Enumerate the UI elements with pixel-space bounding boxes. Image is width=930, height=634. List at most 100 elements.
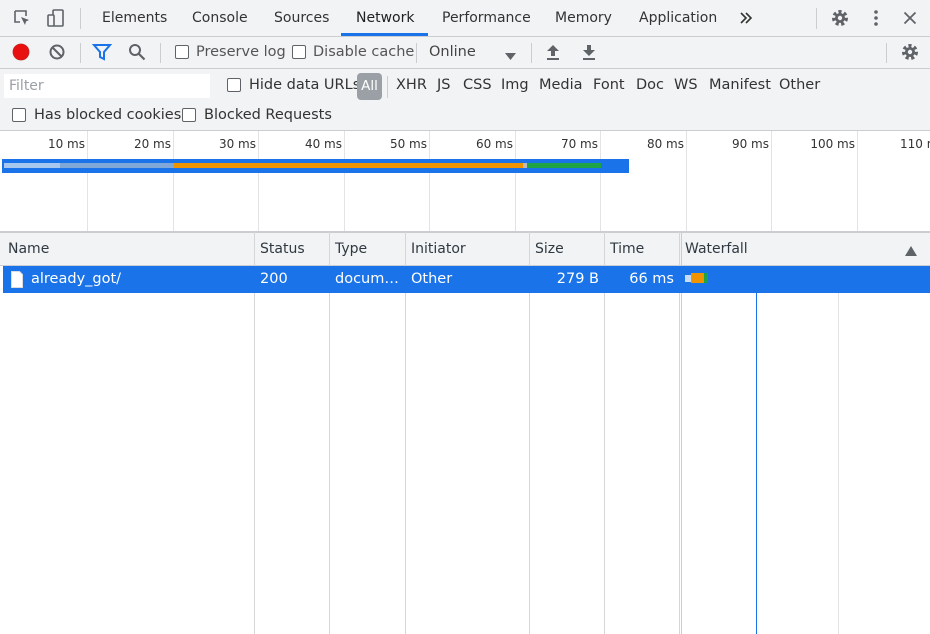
overview-gridline [857, 131, 858, 231]
blocked-requests-label[interactable]: Blocked Requests [204, 107, 332, 123]
overview-gridline [515, 131, 516, 231]
filter-type-all[interactable]: All [357, 73, 382, 100]
tab-application[interactable]: Application [639, 0, 717, 36]
divider [531, 43, 532, 63]
filter-type-other[interactable]: Other [779, 77, 820, 93]
tab-console[interactable]: Console [192, 0, 248, 36]
overview-bar-queued [4, 163, 60, 168]
disable-cache-label[interactable]: Disable cache [313, 44, 414, 60]
overview-tick-label: 90 ms [731, 137, 769, 151]
overview-gridline [344, 131, 345, 231]
blocked-requests-checkbox[interactable] [182, 108, 196, 122]
column-header-status[interactable]: Status [260, 233, 305, 266]
row-size: 279 B [556, 271, 599, 287]
row-name[interactable]: already_got/ [31, 266, 251, 293]
tab-network[interactable]: Network [356, 0, 414, 36]
filter-input[interactable] [4, 74, 210, 98]
network-settings-gear-icon[interactable] [898, 40, 922, 64]
overview-tick-label: 10 ms [47, 137, 85, 151]
filter-type-doc[interactable]: Doc [636, 77, 664, 93]
hide-data-urls-label[interactable]: Hide data URLs [249, 77, 360, 93]
tab-elements[interactable]: Elements [102, 0, 167, 36]
throttling-select[interactable]: Online [422, 40, 522, 66]
overview-tick-label: 50 ms [389, 137, 427, 151]
disable-cache-checkbox[interactable] [292, 45, 306, 59]
filter-bar: Hide data URLs All XHR JS CSS Img Media … [0, 69, 930, 131]
has-blocked-cookies-label[interactable]: Has blocked cookies [34, 107, 181, 123]
export-har-download-icon[interactable] [577, 40, 601, 64]
row-time: 66 ms [629, 271, 674, 287]
table-header: Name Status Type Initiator Size Time Wat… [0, 232, 930, 266]
column-header-type[interactable]: Type [335, 233, 367, 266]
hide-data-urls-checkbox[interactable] [227, 78, 241, 92]
dropdown-arrow-icon [505, 49, 516, 65]
column-header-size[interactable]: Size [535, 233, 564, 266]
waterfall-bar-download [704, 273, 708, 283]
network-overview-timeline[interactable]: 10 ms 20 ms 30 ms 40 ms 50 ms 60 ms 70 m… [0, 131, 930, 232]
overview-tick-label: 100 ms [810, 137, 855, 151]
tab-performance[interactable]: Performance [442, 0, 531, 36]
settings-gear-icon[interactable] [828, 6, 852, 30]
overview-bar-waiting [174, 163, 523, 168]
row-status: 200 [260, 271, 288, 287]
search-icon[interactable] [125, 40, 149, 64]
divider [80, 8, 81, 29]
overview-bar-download [527, 163, 601, 168]
filter-type-ws[interactable]: WS [674, 77, 698, 93]
row-initiator: Other [411, 271, 453, 287]
waterfall-gridline [838, 266, 839, 634]
overview-gridline [173, 131, 174, 231]
waterfall-load-line [756, 266, 757, 634]
overview-gridline [258, 131, 259, 231]
filter-type-xhr[interactable]: XHR [396, 77, 427, 93]
overview-gridline [686, 131, 687, 231]
row-type: docum… [335, 271, 399, 287]
tab-sources[interactable]: Sources [274, 0, 329, 36]
overview-tick-label: 60 ms [475, 137, 513, 151]
network-toolbar: Preserve log Disable cache Online [0, 37, 930, 69]
overview-tick-label: 70 ms [560, 137, 598, 151]
preserve-log-label[interactable]: Preserve log [196, 44, 286, 60]
filter-type-css[interactable]: CSS [463, 77, 492, 93]
column-header-name[interactable]: Name [8, 233, 49, 266]
filter-type-media[interactable]: Media [539, 77, 583, 93]
sort-ascending-icon[interactable] [905, 244, 917, 260]
record-icon[interactable] [9, 40, 33, 64]
overview-bar-stalled [60, 163, 174, 168]
divider [886, 43, 887, 63]
filter-type-js[interactable]: JS [437, 77, 450, 93]
divider [416, 43, 417, 63]
divider [160, 43, 161, 63]
divider [816, 8, 817, 29]
more-tabs-chevron-icon[interactable] [734, 6, 758, 30]
overview-gridline [600, 131, 601, 231]
column-header-time[interactable]: Time [610, 233, 644, 266]
kebab-menu-icon[interactable] [864, 6, 888, 30]
devtools-tab-bar: Elements Console Sources Network Perform… [0, 0, 930, 37]
filter-type-font[interactable]: Font [593, 77, 625, 93]
throttling-value: Online [429, 44, 476, 60]
overview-tick-label: 40 ms [304, 137, 342, 151]
overview-tick-label: 20 ms [133, 137, 171, 151]
filter-type-manifest[interactable]: Manifest [709, 77, 771, 93]
document-file-icon [11, 271, 23, 292]
tab-memory[interactable]: Memory [555, 0, 612, 36]
clear-icon[interactable] [45, 40, 69, 64]
import-har-upload-icon[interactable] [541, 40, 565, 64]
column-header-initiator[interactable]: Initiator [411, 233, 466, 266]
device-toolbar-icon[interactable] [44, 6, 68, 30]
overview-tick-label: 30 ms [218, 137, 256, 151]
preserve-log-checkbox[interactable] [175, 45, 189, 59]
filter-funnel-icon[interactable] [90, 40, 114, 64]
close-icon[interactable] [898, 6, 922, 30]
divider [387, 76, 388, 98]
overview-gridline [429, 131, 430, 231]
inspect-element-icon[interactable] [10, 6, 34, 30]
waterfall-bar-waiting [691, 273, 704, 283]
active-tab-indicator [341, 33, 428, 36]
column-header-waterfall[interactable]: Waterfall [685, 233, 748, 266]
filter-type-img[interactable]: Img [501, 77, 529, 93]
divider [80, 43, 81, 63]
has-blocked-cookies-checkbox[interactable] [12, 108, 26, 122]
overview-tick-label: 80 ms [646, 137, 684, 151]
